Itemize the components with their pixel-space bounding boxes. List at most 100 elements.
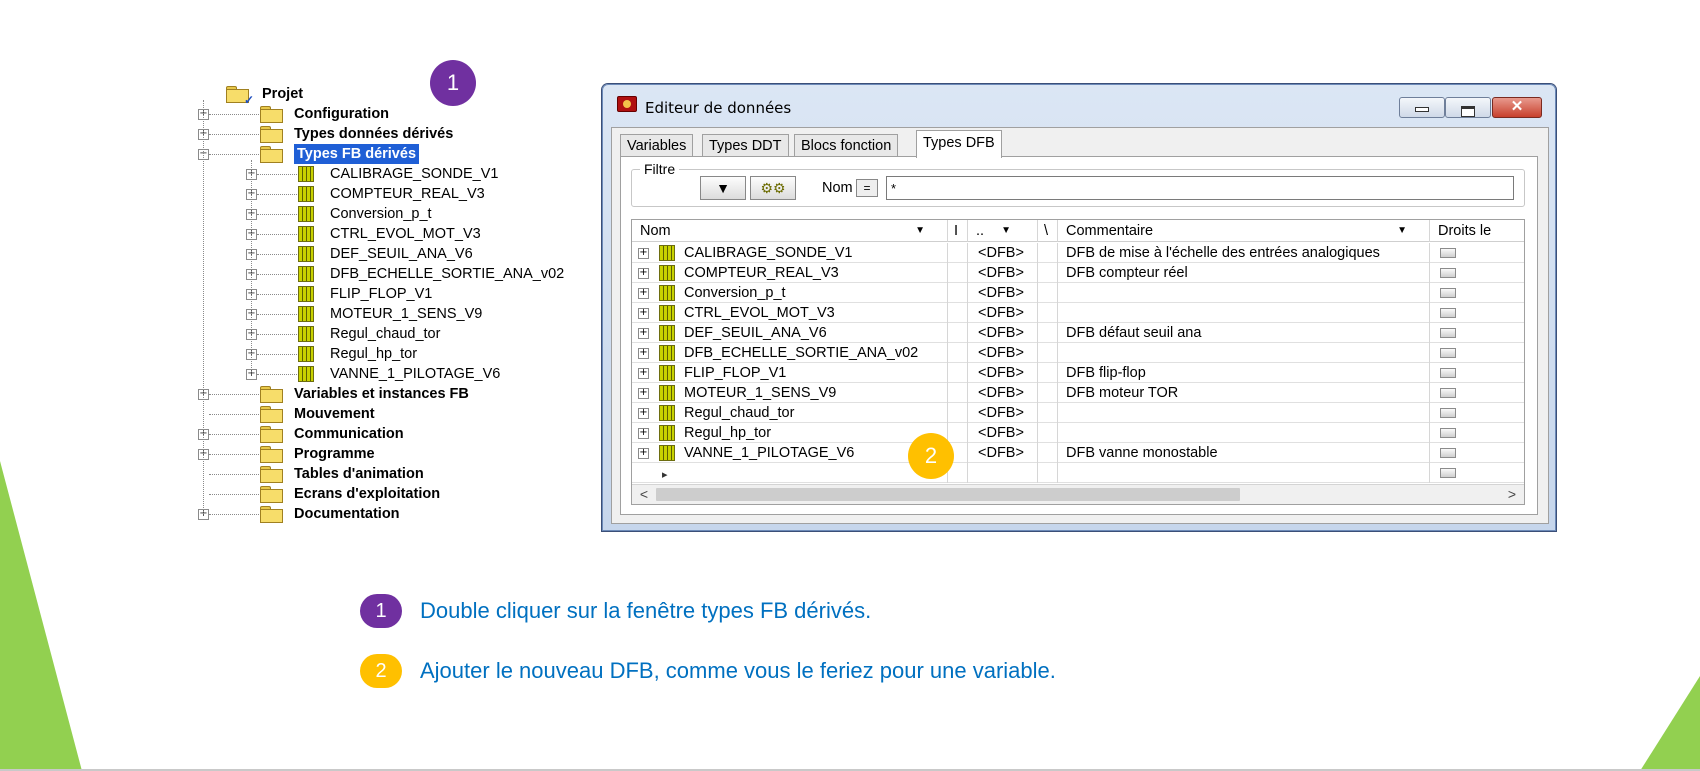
rights-button-icon[interactable] (1440, 408, 1456, 418)
cell-col2[interactable] (948, 423, 968, 443)
tree-item-2[interactable]: − Types FB dérivés (198, 144, 588, 164)
column-header-commentaire[interactable]: Commentaire ▼ (1058, 220, 1430, 242)
cell-col2[interactable] (948, 363, 968, 383)
cell-col2[interactable] (948, 243, 968, 263)
cell-rights[interactable] (1430, 283, 1524, 303)
cell-rights[interactable] (1430, 403, 1524, 423)
table-row[interactable]: + DFB_ECHELLE_SORTIE_ANA_v02 <DFB> (632, 343, 1524, 363)
table-row[interactable]: + CALIBRAGE_SONDE_V1 <DFB> DFB de mise à l'… (632, 243, 1524, 263)
tree-fb-item-1[interactable]: + COMPTEUR_REAL_V3 (208, 184, 588, 204)
column-header-type[interactable]: .. ▼ (968, 220, 1038, 242)
new-entry-cell[interactable] (968, 463, 1038, 483)
cell-col4[interactable] (1038, 383, 1058, 403)
cell-type[interactable]: <DFB> (968, 323, 1038, 343)
filter-equals-button[interactable]: = (856, 179, 878, 197)
rights-button-icon[interactable] (1440, 388, 1456, 398)
expand-icon[interactable]: + (638, 428, 649, 439)
cell-comment[interactable]: DFB moteur TOR (1058, 383, 1430, 403)
scroll-left-icon[interactable]: < (634, 485, 654, 504)
expand-icon[interactable]: + (638, 368, 649, 379)
tab-variables[interactable]: Variables (620, 134, 694, 158)
maximize-button[interactable] (1445, 97, 1491, 118)
horizontal-scrollbar[interactable]: < > (632, 484, 1524, 504)
tree-fb-item-6[interactable]: + FLIP_FLOP_V1 (208, 284, 588, 304)
cell-comment[interactable]: DFB de mise à l'échelle des entrées anal… (1058, 243, 1430, 263)
cell-type[interactable]: <DFB> (968, 243, 1038, 263)
cell-rights[interactable] (1430, 243, 1524, 263)
scrollbar-thumb[interactable] (656, 488, 1240, 501)
cell-type[interactable]: <DFB> (968, 343, 1038, 363)
cell-name[interactable]: + MOTEUR_1_SENS_V9 (632, 383, 948, 403)
rights-button-icon[interactable] (1440, 428, 1456, 438)
expand-icon[interactable]: + (638, 348, 649, 359)
cell-col4[interactable] (1038, 283, 1058, 303)
cell-col4[interactable] (1038, 263, 1058, 283)
expand-icon[interactable]: + (638, 408, 649, 419)
table-row[interactable]: + CTRL_EVOL_MOT_V3 <DFB> (632, 303, 1524, 323)
cell-type[interactable]: <DFB> (968, 303, 1038, 323)
rights-button-icon[interactable] (1440, 368, 1456, 378)
column-header-2[interactable]: I (948, 220, 968, 242)
window-titlebar[interactable]: Editeur de données ✕ (603, 85, 1555, 118)
cell-rights[interactable] (1430, 383, 1524, 403)
new-entry-row[interactable]: ▸ (632, 463, 1524, 483)
cell-name[interactable]: + FLIP_FLOP_V1 (632, 363, 948, 383)
tree-root[interactable]: ✓ Projet (208, 84, 588, 107)
tree-fb-item-9[interactable]: + Regul_hp_tor (208, 344, 588, 364)
cell-rights[interactable] (1430, 303, 1524, 323)
cell-type[interactable]: <DFB> (968, 363, 1038, 383)
cell-col4[interactable] (1038, 303, 1058, 323)
tree-fb-item-7[interactable]: + MOTEUR_1_SENS_V9 (208, 304, 588, 324)
tree-item-after-5[interactable]: Ecrans d'exploitation (208, 484, 588, 504)
cell-type[interactable]: <DFB> (968, 283, 1038, 303)
tree-item-1[interactable]: + Types données dérivés (198, 124, 588, 144)
tab-types-dfb[interactable]: Types DFB (916, 130, 1002, 158)
column-header-nom[interactable]: Nom ▼ (632, 220, 948, 242)
tree-item-after-2[interactable]: + Communication (198, 424, 588, 444)
tree-item-0[interactable]: + Configuration (198, 104, 588, 124)
table-row[interactable]: + Regul_hp_tor <DFB> (632, 423, 1524, 443)
cell-type[interactable]: <DFB> (968, 403, 1038, 423)
expand-icon[interactable]: + (638, 288, 649, 299)
cell-comment[interactable]: DFB flip-flop (1058, 363, 1430, 383)
expand-icon[interactable]: + (638, 328, 649, 339)
rights-button-icon[interactable] (1440, 348, 1456, 358)
minimize-button[interactable] (1399, 97, 1445, 118)
tree-fb-item-3[interactable]: + CTRL_EVOL_MOT_V3 (208, 224, 588, 244)
rights-button-icon[interactable] (1440, 468, 1456, 478)
tree-item-after-6[interactable]: + Documentation (198, 504, 588, 524)
scroll-right-icon[interactable]: > (1502, 485, 1522, 504)
cell-col2[interactable] (948, 303, 968, 323)
new-entry-cell[interactable] (1058, 463, 1430, 483)
cell-comment[interactable]: DFB compteur réel (1058, 263, 1430, 283)
new-entry-cell[interactable]: ▸ (632, 463, 948, 483)
cell-col2[interactable] (948, 323, 968, 343)
tree-fb-item-0[interactable]: + CALIBRAGE_SONDE_V1 (208, 164, 588, 184)
cell-comment[interactable] (1058, 283, 1430, 303)
table-row[interactable]: + DEF_SEUIL_ANA_V6 <DFB> DFB défaut seuil a… (632, 323, 1524, 343)
cell-col2[interactable] (948, 403, 968, 423)
tab-blocs-fonction[interactable]: Blocs fonction (794, 134, 899, 158)
rights-button-icon[interactable] (1440, 248, 1456, 258)
cell-col2[interactable] (948, 283, 968, 303)
table-row[interactable]: + VANNE_1_PILOTAGE_V6 <DFB> DFB vanne monos… (632, 443, 1524, 463)
cell-name[interactable]: + DEF_SEUIL_ANA_V6 (632, 323, 948, 343)
new-entry-cell[interactable] (1430, 463, 1524, 483)
cell-type[interactable]: <DFB> (968, 423, 1038, 443)
cell-col4[interactable] (1038, 403, 1058, 423)
rights-button-icon[interactable] (1440, 328, 1456, 338)
rights-button-icon[interactable] (1440, 448, 1456, 458)
cell-name[interactable]: + CTRL_EVOL_MOT_V3 (632, 303, 948, 323)
cell-col4[interactable] (1038, 443, 1058, 463)
tree-fb-item-4[interactable]: + DEF_SEUIL_ANA_V6 (208, 244, 588, 264)
cell-name[interactable]: + Regul_chaud_tor (632, 403, 948, 423)
tree-item-after-4[interactable]: Tables d'animation (208, 464, 588, 484)
cell-comment[interactable]: DFB défaut seuil ana (1058, 323, 1430, 343)
filter-name-input[interactable] (886, 176, 1514, 200)
cell-col2[interactable] (948, 383, 968, 403)
tree-fb-item-10[interactable]: + VANNE_1_PILOTAGE_V6 (208, 364, 588, 384)
cell-comment[interactable]: DFB vanne monostable (1058, 443, 1430, 463)
rights-button-icon[interactable] (1440, 288, 1456, 298)
tree-fb-item-5[interactable]: + DFB_ECHELLE_SORTIE_ANA_v02 (208, 264, 588, 284)
expand-icon[interactable]: + (638, 268, 649, 279)
